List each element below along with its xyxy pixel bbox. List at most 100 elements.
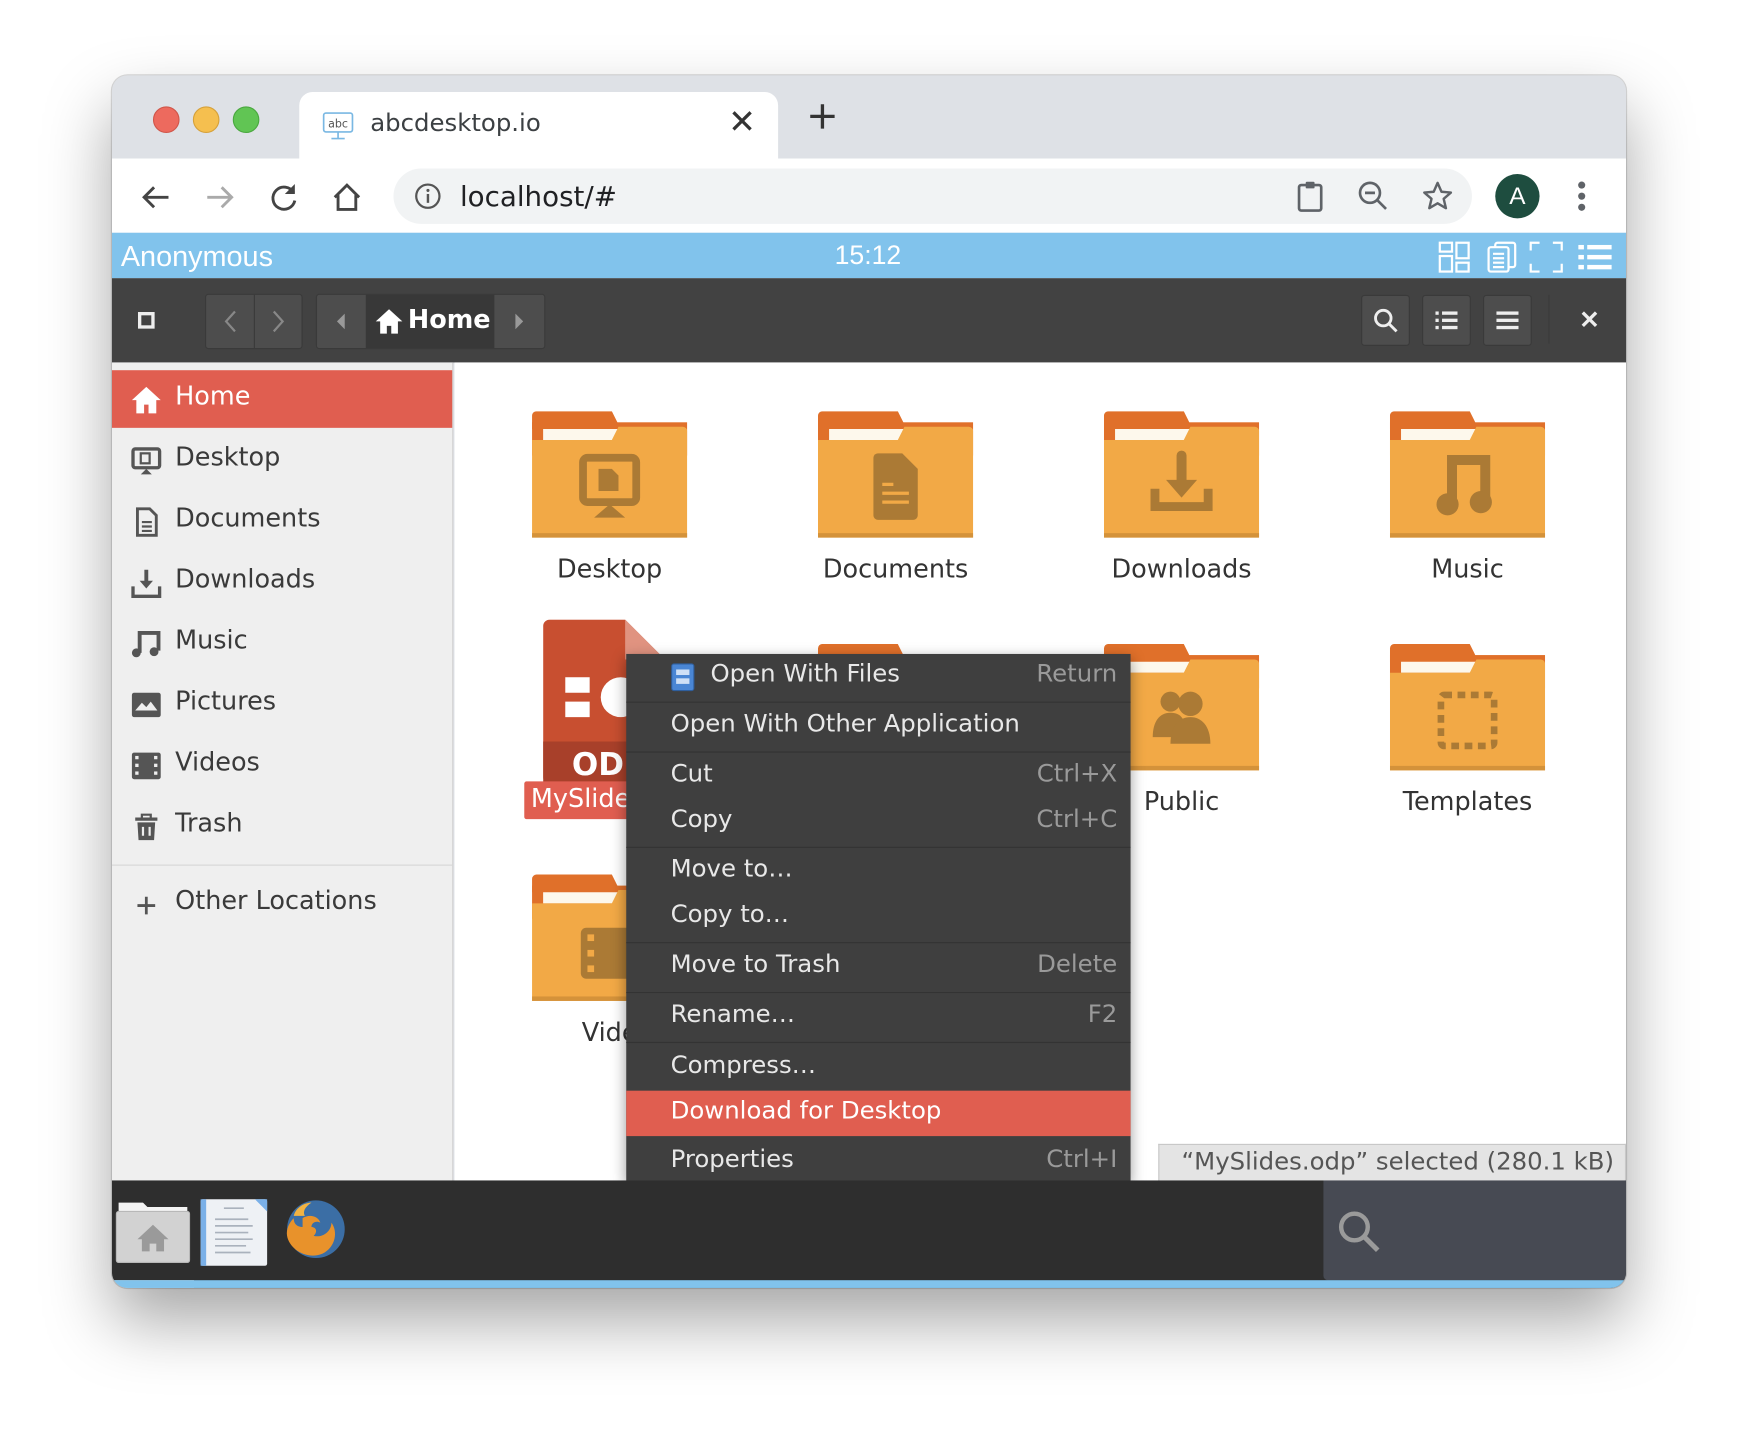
folder-label: Music <box>1431 555 1504 585</box>
hamburger-menu-button[interactable] <box>1483 294 1532 346</box>
menu-item-label: Rename… <box>670 1000 795 1029</box>
fullscreen-icon[interactable] <box>1527 239 1565 274</box>
sidebar-item-label: Home <box>175 382 251 412</box>
sidebar-item-label: Desktop <box>175 443 281 473</box>
abc-monitor-icon: abc <box>321 111 354 140</box>
header-separator <box>1548 294 1550 344</box>
sidebar: Home Desktop Documents Downloads Music P… <box>111 362 454 1181</box>
list-view-button[interactable] <box>1422 294 1471 346</box>
menu-item-move-to[interactable]: Move to… <box>626 849 1130 894</box>
menu-item-properties[interactable]: Properties Ctrl+I <box>626 1139 1130 1184</box>
new-tab-button[interactable] <box>806 100 839 141</box>
sidebar-item-music[interactable]: Music <box>112 614 452 672</box>
menu-item-copy-to[interactable]: Copy to… <box>626 894 1130 939</box>
home-icon[interactable] <box>329 180 364 215</box>
close-window-button[interactable] <box>152 106 180 134</box>
dock <box>111 1180 1627 1288</box>
folder-music[interactable] <box>1389 411 1546 542</box>
list-menu-icon[interactable] <box>1576 239 1614 274</box>
download-icon <box>130 566 163 599</box>
username-label[interactable]: Anonymous <box>121 239 273 273</box>
folder-icon <box>1389 411 1546 538</box>
menu-separator <box>626 942 1131 944</box>
sidebar-item-documents[interactable]: Documents <box>112 492 452 550</box>
status-bar: “MySlides.odp” selected (280.1 kB) <box>1158 1143 1627 1183</box>
zoom-out-icon[interactable] <box>1357 180 1390 213</box>
browser-tab[interactable]: abc abcdesktop.io ✕ <box>299 91 779 159</box>
menu-item-open-with-files[interactable]: Open With Files Return <box>626 654 1130 699</box>
clock: 15:12 <box>834 240 902 271</box>
browser-toolbar: localhost/# A <box>111 158 1627 233</box>
sidebar-item-home[interactable]: Home <box>111 370 453 428</box>
folder-downloads[interactable] <box>1103 411 1260 542</box>
breadcrumb-left-arrow[interactable] <box>317 295 366 348</box>
menu-separator <box>626 846 1131 848</box>
sidebar-item-pictures[interactable]: Pictures <box>112 675 452 733</box>
info-icon[interactable] <box>413 182 442 211</box>
forward-icon[interactable] <box>202 180 237 215</box>
breadcrumb: Home <box>315 293 546 350</box>
sidebar-item-label: Downloads <box>175 565 316 595</box>
dock-search-field[interactable] <box>1323 1180 1627 1281</box>
menu-item-download-for-desktop[interactable]: Download for Desktop <box>626 1090 1131 1137</box>
dock-accent-line <box>111 1280 1627 1288</box>
folder-icon <box>1389 643 1546 771</box>
url-text[interactable]: localhost/# <box>460 181 617 213</box>
minimize-window-button[interactable] <box>192 106 220 134</box>
nav-button-group <box>205 293 303 350</box>
home-icon <box>130 384 163 417</box>
folder-templates[interactable] <box>1389 643 1546 775</box>
menu-item-rename[interactable]: Rename… F2 <box>626 994 1130 1039</box>
documents-icon[interactable] <box>1484 239 1519 274</box>
text-editor-icon[interactable] <box>200 1198 269 1267</box>
desktop-top-bar: Anonymous 15:12 <box>111 232 1627 279</box>
folder-label: Documents <box>822 555 969 585</box>
tab-close-icon[interactable]: ✕ <box>728 103 756 143</box>
close-icon[interactable] <box>1573 303 1606 336</box>
folder-documents[interactable] <box>817 411 974 542</box>
bookmark-star-icon[interactable] <box>1421 180 1454 213</box>
profile-avatar[interactable]: A <box>1495 174 1540 219</box>
maximize-window-button[interactable] <box>232 106 260 134</box>
window-grid-icon[interactable] <box>1436 239 1471 274</box>
menu-item-label: Compress… <box>670 1051 817 1080</box>
menu-item-compress[interactable]: Compress… <box>626 1045 1130 1090</box>
menu-item-label: Copy to… <box>670 901 790 929</box>
selection-status: “MySlides.odp” selected (280.1 kB) <box>1181 1148 1615 1177</box>
back-icon[interactable] <box>139 180 174 215</box>
sidebar-item-downloads[interactable]: Downloads <box>112 553 452 611</box>
sidebar-item-label: Other Locations <box>175 886 377 916</box>
folder-icon <box>1103 411 1260 538</box>
home-folder-icon[interactable] <box>114 1196 192 1265</box>
breadcrumb-right-arrow[interactable] <box>494 295 543 348</box>
menu-item-move-to-trash[interactable]: Move to Trash Delete <box>626 944 1130 989</box>
sidebar-item-trash[interactable]: Trash <box>112 797 452 855</box>
menu-separator <box>626 751 1131 753</box>
sidebar-item-other-locations[interactable]: Other Locations <box>112 875 452 933</box>
breadcrumb-current: Home <box>407 305 491 335</box>
window-menu-icon[interactable] <box>134 308 158 332</box>
folder-label: Downloads <box>1111 555 1252 585</box>
reload-icon[interactable] <box>266 180 301 215</box>
menu-item-shortcut: Ctrl+I <box>1046 1146 1118 1174</box>
breadcrumb-home-button[interactable]: Home <box>365 294 495 349</box>
folder-desktop[interactable] <box>532 411 688 542</box>
forward-button[interactable] <box>254 295 302 348</box>
back-button[interactable] <box>206 294 255 349</box>
file-name: MySlide <box>530 784 631 814</box>
sidebar-item-desktop[interactable]: Desktop <box>112 431 452 489</box>
menu-item-open-with-other[interactable]: Open With Other Application <box>626 704 1130 749</box>
firefox-icon[interactable] <box>280 1196 351 1267</box>
sidebar-item-videos[interactable]: Videos <box>112 736 452 794</box>
menu-item-cut[interactable]: Cut Ctrl+X <box>626 754 1130 799</box>
menu-item-shortcut: Delete <box>1037 951 1118 979</box>
address-bar[interactable]: localhost/# <box>393 168 1472 224</box>
menu-separator <box>626 1041 1131 1044</box>
browser-window: abc abcdesktop.io ✕ localhost/# A Anonym… <box>111 75 1627 1288</box>
search-button[interactable] <box>1361 294 1410 346</box>
menu-item-copy[interactable]: Copy Ctrl+C <box>626 799 1130 844</box>
browser-menu-icon[interactable] <box>1566 178 1597 213</box>
menu-item-label: Download for Desktop <box>670 1097 942 1126</box>
menu-item-shortcut: Ctrl+X <box>1036 760 1118 789</box>
clipboard-icon[interactable] <box>1294 180 1327 213</box>
